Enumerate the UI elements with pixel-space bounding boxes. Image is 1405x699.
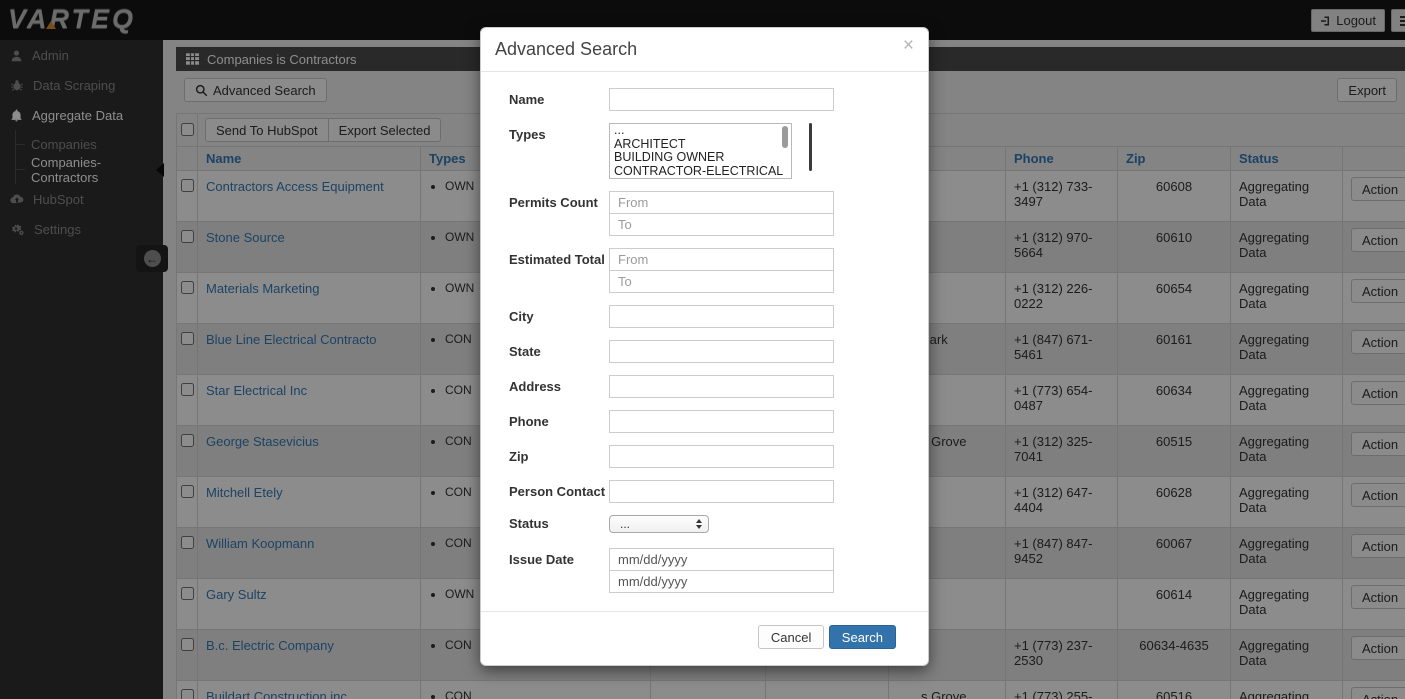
phone-field[interactable] <box>609 410 834 433</box>
estimated-total-to-field[interactable] <box>609 270 834 293</box>
modal-header: Advanced Search × <box>481 28 928 72</box>
person-contact-field[interactable] <box>609 480 834 503</box>
types-field-label: Types <box>509 123 609 179</box>
issue-date-label: Issue Date <box>509 548 609 593</box>
types-option[interactable]: CONTRACTOR-ELECTRICAL <box>610 165 791 179</box>
field-row-city: City <box>509 305 914 328</box>
select-arrows-icon <box>696 519 702 529</box>
status-select-value: ... <box>620 517 696 531</box>
close-icon[interactable]: × <box>903 36 914 55</box>
field-row-types: Types ...ARCHITECTBUILDING OWNERCONTRACT… <box>509 123 914 179</box>
estimated-total-from-field[interactable] <box>609 248 834 271</box>
field-row-issue-date: Issue Date <box>509 548 914 593</box>
types-option[interactable]: ARCHITECT <box>610 138 791 152</box>
status-field-label: Status <box>509 515 609 533</box>
field-row-address: Address <box>509 375 914 398</box>
estimated-total-label: Estimated Total <box>509 248 609 293</box>
field-row-estimated-total: Estimated Total <box>509 248 914 293</box>
issue-date-from-field[interactable] <box>609 548 834 571</box>
zip-field[interactable] <box>609 445 834 468</box>
city-field-label: City <box>509 305 609 328</box>
cancel-button[interactable]: Cancel <box>758 625 824 649</box>
types-option[interactable]: ... <box>610 124 791 138</box>
types-multiselect[interactable]: ...ARCHITECTBUILDING OWNERCONTRACTOR-ELE… <box>609 123 792 179</box>
phone-field-label: Phone <box>509 410 609 433</box>
field-row-person-contact: Person Contact <box>509 480 914 503</box>
modal-title: Advanced Search <box>495 39 914 60</box>
state-field[interactable] <box>609 340 834 363</box>
listbox-scrollbar-thumb[interactable] <box>782 126 788 148</box>
advanced-search-modal: Advanced Search × Name Types ...ARCHITEC… <box>480 27 929 666</box>
modal-footer: Cancel Search <box>481 611 928 665</box>
search-button[interactable]: Search <box>829 625 896 649</box>
issue-date-to-field[interactable] <box>609 570 834 593</box>
field-row-state: State <box>509 340 914 363</box>
field-row-phone: Phone <box>509 410 914 433</box>
permits-count-to-field[interactable] <box>609 213 834 236</box>
types-options: ...ARCHITECTBUILDING OWNERCONTRACTOR-ELE… <box>610 124 791 178</box>
types-option[interactable]: BUILDING OWNER <box>610 151 791 165</box>
permits-count-label: Permits Count <box>509 191 609 236</box>
modal-body: Name Types ...ARCHITECTBUILDING OWNERCON… <box>481 72 928 597</box>
name-field-label: Name <box>509 88 609 111</box>
field-row-status: Status ... <box>509 515 914 533</box>
address-field[interactable] <box>609 375 834 398</box>
person-contact-label: Person Contact <box>509 480 609 503</box>
state-field-label: State <box>509 340 609 363</box>
field-row-zip: Zip <box>509 445 914 468</box>
field-row-permits-count: Permits Count <box>509 191 914 236</box>
scrollbar-line[interactable] <box>809 123 812 171</box>
address-field-label: Address <box>509 375 609 398</box>
zip-field-label: Zip <box>509 445 609 468</box>
city-field[interactable] <box>609 305 834 328</box>
field-row-name: Name <box>509 88 914 111</box>
name-field[interactable] <box>609 88 834 111</box>
permits-count-from-field[interactable] <box>609 191 834 214</box>
status-select[interactable]: ... <box>609 515 709 533</box>
